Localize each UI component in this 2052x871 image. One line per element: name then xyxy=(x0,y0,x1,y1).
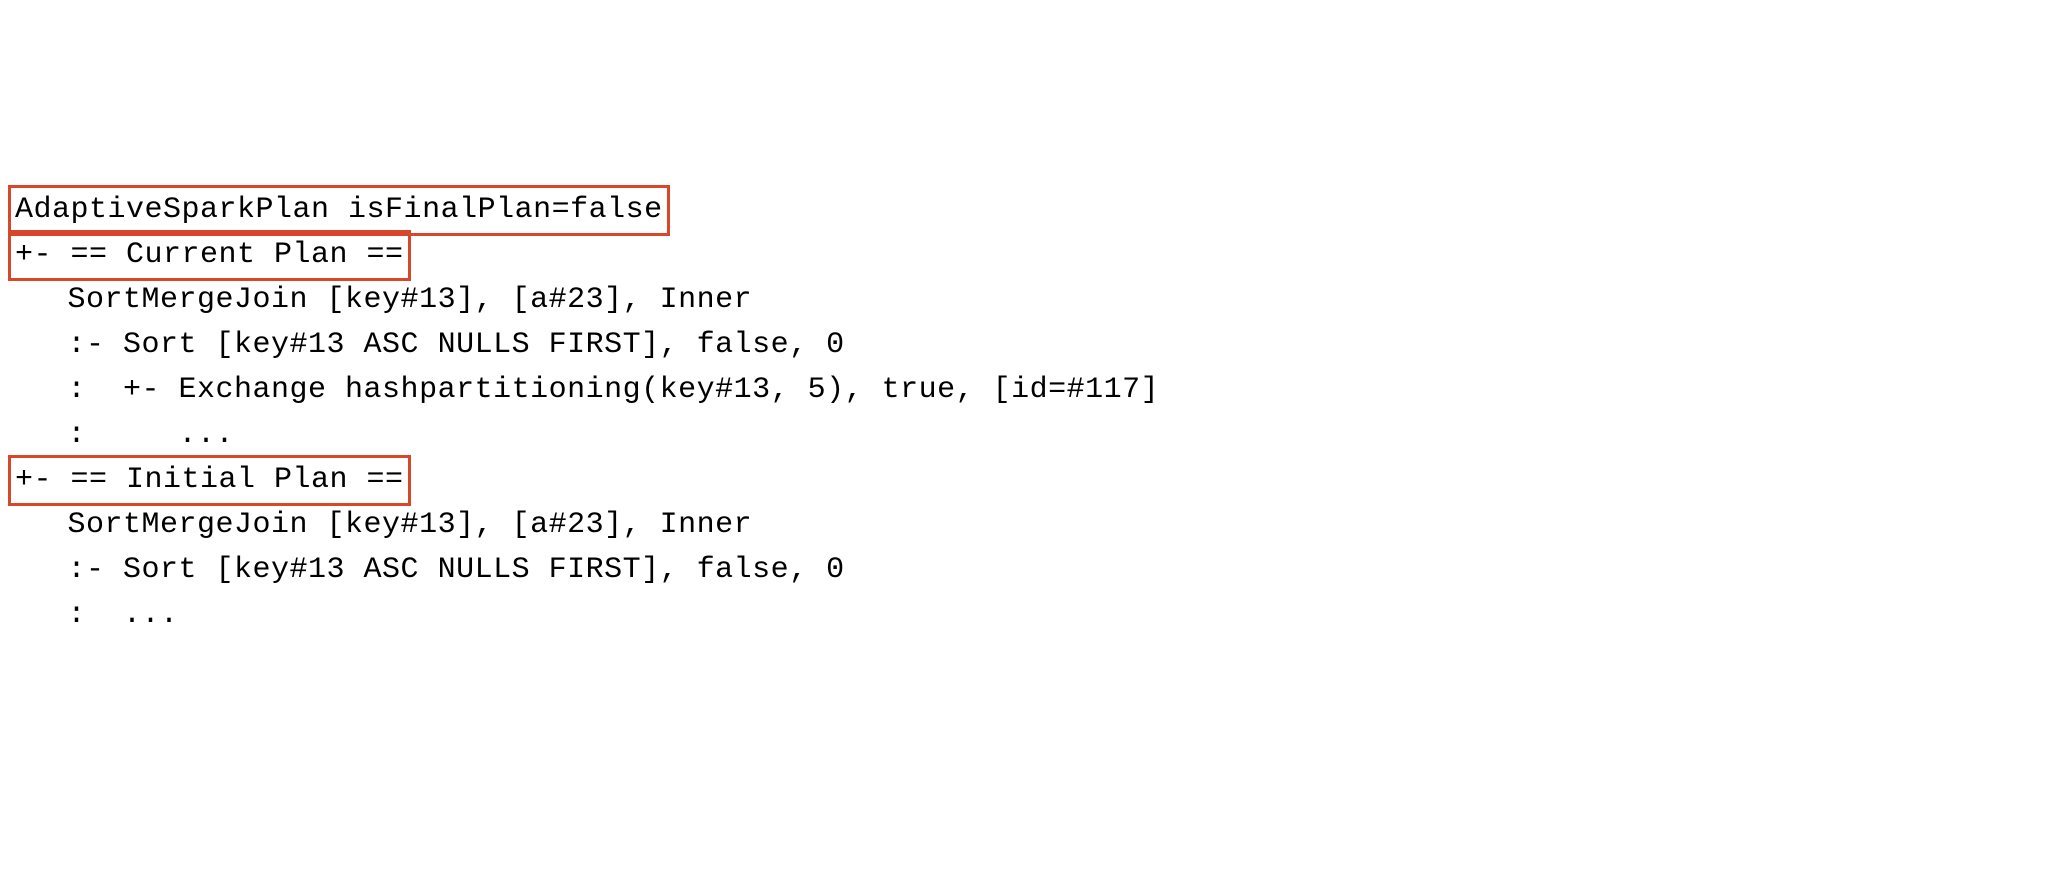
plan-line: SortMergeJoin [key#13], [a#23], Inner xyxy=(12,503,2040,548)
initial-plan-header-line: +- == Initial Plan == xyxy=(12,458,2040,503)
plan-line: SortMergeJoin [key#13], [a#23], Inner xyxy=(12,278,2040,323)
plan-line: : +- Exchange hashpartitioning(key#13, 5… xyxy=(12,368,2040,413)
plan-line: : ... xyxy=(12,593,2040,638)
current-plan-header-line: +- == Current Plan == xyxy=(12,233,2040,278)
highlight-initial-plan: +- == Initial Plan == xyxy=(8,455,411,506)
plan-line: :- Sort [key#13 ASC NULLS FIRST], false,… xyxy=(12,323,2040,368)
plan-line: : ... xyxy=(12,413,2040,458)
highlight-adaptive-plan: AdaptiveSparkPlan isFinalPlan=false xyxy=(8,185,670,236)
plan-line: :- Sort [key#13 ASC NULLS FIRST], false,… xyxy=(12,548,2040,593)
highlight-current-plan: +- == Current Plan == xyxy=(8,230,411,281)
plan-header-line: AdaptiveSparkPlan isFinalPlan=false xyxy=(12,188,2040,233)
